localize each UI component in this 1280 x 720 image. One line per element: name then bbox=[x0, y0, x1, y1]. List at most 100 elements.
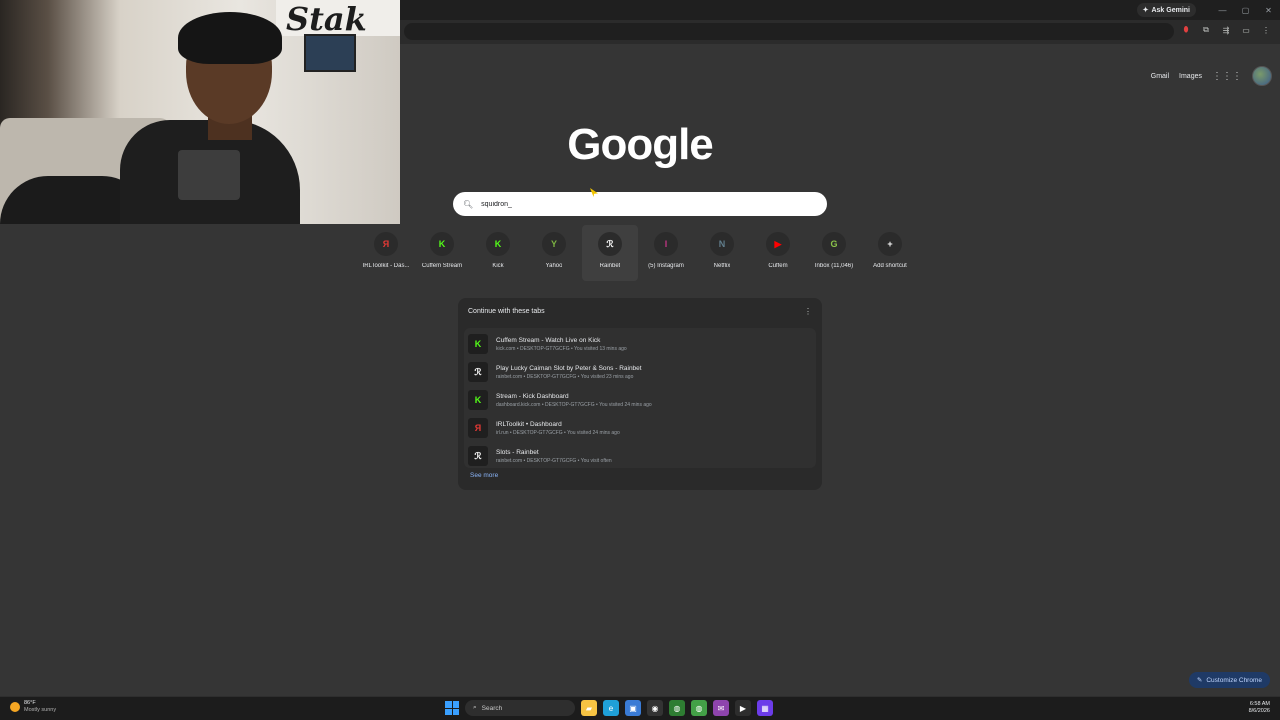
ask-gemini-button[interactable]: ✦ Ask Gemini bbox=[1136, 3, 1196, 17]
shortcut-label: Rainbet bbox=[599, 263, 621, 269]
customize-chrome-button[interactable]: ✎ Customize Chrome bbox=[1188, 672, 1270, 688]
pencil-icon: ✎ bbox=[1196, 677, 1203, 684]
shortcut-tile[interactable]: Y Yahoo bbox=[526, 225, 582, 281]
shortcut-tile[interactable]: I (5) Instagram bbox=[638, 225, 694, 281]
maximize-button[interactable]: ▢ bbox=[1234, 0, 1257, 20]
tab-row[interactable]: ℛ Slots - Rainbet rainbet.com • DESKTOP-GT… bbox=[464, 442, 816, 470]
toolbar-icons: ⬮ ⧉ ⇶ ▭ ⋮ bbox=[1180, 24, 1272, 36]
windows-start-icon[interactable] bbox=[445, 701, 459, 715]
tab-title: Slots - Rainbet bbox=[496, 448, 539, 456]
tab-meta: rainbet.com • DESKTOP-GT7GCFG • You visi… bbox=[496, 373, 634, 380]
extensions-icon[interactable]: ⧉ bbox=[1200, 24, 1212, 36]
chrome-icon[interactable]: ◍ bbox=[669, 700, 685, 716]
file-explorer-icon[interactable]: ▰ bbox=[581, 700, 597, 716]
shortcut-tile[interactable]: ℛ Rainbet bbox=[582, 225, 638, 281]
shortcut-favicon-icon: K bbox=[430, 232, 454, 256]
shortcuts-row: Я IRLToolkit - Das... K Cuffem Stream K Kick Y… bbox=[358, 225, 918, 281]
taskbar-search-label: Search bbox=[481, 704, 503, 712]
shortcut-label: Kick bbox=[492, 263, 504, 269]
tab-meta: rainbet.com • DESKTOP-GT7GCFG • You visi… bbox=[496, 457, 612, 464]
close-button[interactable]: ✕ bbox=[1257, 0, 1280, 20]
shield-extension-icon[interactable]: ⬮ bbox=[1180, 24, 1192, 36]
grid-app-icon[interactable]: ▦ bbox=[757, 700, 773, 716]
tab-favicon-icon: ℛ bbox=[468, 362, 488, 382]
address-bar[interactable] bbox=[404, 23, 1174, 40]
shortcut-tile[interactable]: K Cuffem Stream bbox=[414, 225, 470, 281]
clock-time: 6:58 AM bbox=[1249, 701, 1270, 707]
taskbar: 86°F Mostly sunny ⌕ Search ▰ e ▣ ◉ ◍ ◍ ✉ ▶ ▦ 6:5… bbox=[0, 696, 1280, 720]
streamer-hair bbox=[178, 12, 282, 64]
edge-icon[interactable]: e bbox=[603, 700, 619, 716]
tab-meta: dashboard.kick.com • DESKTOP-GT7GCFG • Y… bbox=[496, 401, 652, 408]
continue-tabs-card: Continue with these tabs ⋮ K Cuffem Strea… bbox=[458, 298, 822, 490]
tab-meta: irl.run • DESKTOP-GT7GCFG • You visited … bbox=[496, 429, 620, 436]
profile-avatar[interactable] bbox=[1252, 66, 1272, 86]
apps-grid-icon[interactable]: ⋮⋮⋮ bbox=[1212, 71, 1242, 82]
system-clock[interactable]: 6:58 AM 8/6/2026 bbox=[1249, 701, 1270, 715]
cast-icon[interactable]: ▭ bbox=[1240, 24, 1252, 36]
shortcut-label: Cuffem Stream bbox=[421, 263, 463, 269]
tab-favicon-icon: Я bbox=[468, 418, 488, 438]
see-more-link[interactable]: See more bbox=[470, 472, 498, 479]
weather-temp: 86°F bbox=[24, 700, 36, 706]
sun-icon bbox=[10, 702, 20, 712]
shortcut-tile[interactable]: Я IRLToolkit - Das... bbox=[358, 225, 414, 281]
chrome-alt-icon[interactable]: ◍ bbox=[691, 700, 707, 716]
shortcut-tile[interactable]: G Inbox (11,046) bbox=[806, 225, 862, 281]
weather-desc: Mostly sunny bbox=[24, 707, 57, 713]
shortcut-tile[interactable]: K Kick bbox=[470, 225, 526, 281]
webcam-overlay: Stak bbox=[0, 0, 400, 224]
shortcut-tile[interactable]: + Add shortcut bbox=[862, 225, 918, 281]
gmail-link[interactable]: Gmail bbox=[1151, 73, 1169, 80]
messenger-icon[interactable]: ✉ bbox=[713, 700, 729, 716]
shortcut-favicon-icon: Я bbox=[374, 232, 398, 256]
shortcut-tile[interactable]: ▶ Cuffem bbox=[750, 225, 806, 281]
tab-text: Slots - Rainbet rainbet.com • DESKTOP-GT7… bbox=[496, 449, 612, 464]
shortcut-tile[interactable]: N Netflix bbox=[694, 225, 750, 281]
tab-title: Stream - Kick Dashboard bbox=[496, 392, 569, 400]
top-links: Gmail Images ⋮⋮⋮ bbox=[1151, 66, 1272, 86]
weather-widget[interactable]: 86°F Mostly sunny bbox=[10, 700, 56, 714]
shortcut-favicon-icon: Y bbox=[542, 232, 566, 256]
tab-title: IRLToolkit • Dashboard bbox=[496, 420, 562, 428]
tab-title: Cuffem Stream - Watch Live on Kick bbox=[496, 336, 601, 344]
tab-list: K Cuffem Stream - Watch Live on Kick kick.… bbox=[464, 328, 816, 468]
tab-row[interactable]: Я IRLToolkit • Dashboard irl.run • DESKTOP… bbox=[464, 414, 816, 442]
tab-search-icon[interactable]: ⇶ bbox=[1220, 24, 1232, 36]
tab-title: Play Lucky Caiman Slot by Peter & Sons -… bbox=[496, 364, 642, 372]
search-icon: ⌕ bbox=[473, 704, 477, 711]
tab-row[interactable]: K Stream - Kick Dashboard dashboard.kick.c… bbox=[464, 386, 816, 414]
shortcut-label: (5) Instagram bbox=[648, 263, 684, 269]
tab-favicon-icon: K bbox=[468, 390, 488, 410]
shortcut-label: Yahoo bbox=[545, 263, 563, 269]
shirt-print bbox=[178, 150, 240, 200]
media-player-icon[interactable]: ▶ bbox=[735, 700, 751, 716]
minimize-button[interactable]: — bbox=[1211, 0, 1234, 20]
shortcut-label: Add shortcut bbox=[873, 263, 907, 269]
tab-row[interactable]: K Cuffem Stream - Watch Live on Kick kick.… bbox=[464, 330, 816, 358]
shortcut-label: Netflix bbox=[713, 263, 731, 269]
shortcut-favicon-icon: I bbox=[654, 232, 678, 256]
taskbar-search[interactable]: ⌕ Search bbox=[465, 700, 575, 716]
search-input[interactable] bbox=[481, 200, 782, 208]
shortcut-favicon-icon: ℛ bbox=[598, 232, 622, 256]
menu-icon[interactable]: ⋮ bbox=[1260, 24, 1272, 36]
tab-row[interactable]: ℛ Play Lucky Caiman Slot by Peter & Sons … bbox=[464, 358, 816, 386]
shortcut-label: Inbox (11,046) bbox=[814, 263, 854, 269]
more-options-icon[interactable]: ⋮ bbox=[804, 307, 812, 316]
shortcut-favicon-icon: + bbox=[878, 232, 902, 256]
shortcut-favicon-icon: K bbox=[486, 232, 510, 256]
search-icon: 🔍︎ bbox=[463, 199, 474, 209]
images-link[interactable]: Images bbox=[1179, 73, 1202, 80]
taskbar-apps: ⌕ Search ▰ e ▣ ◉ ◍ ◍ ✉ ▶ ▦ bbox=[445, 700, 773, 716]
card-title: Continue with these tabs bbox=[468, 308, 545, 315]
shortcut-favicon-icon: ▶ bbox=[766, 232, 790, 256]
obs-icon[interactable]: ◉ bbox=[647, 700, 663, 716]
shortcut-favicon-icon: G bbox=[822, 232, 846, 256]
search-box[interactable]: 🔍︎ bbox=[453, 192, 827, 216]
gemini-icon: ✦ bbox=[1142, 7, 1149, 14]
store-icon[interactable]: ▣ bbox=[625, 700, 641, 716]
tab-meta: kick.com • DESKTOP-GT7GCFG • You visited… bbox=[496, 345, 627, 352]
tab-text: Cuffem Stream - Watch Live on Kick kick.c… bbox=[496, 337, 627, 352]
tab-text: Play Lucky Caiman Slot by Peter & Sons -… bbox=[496, 365, 642, 380]
